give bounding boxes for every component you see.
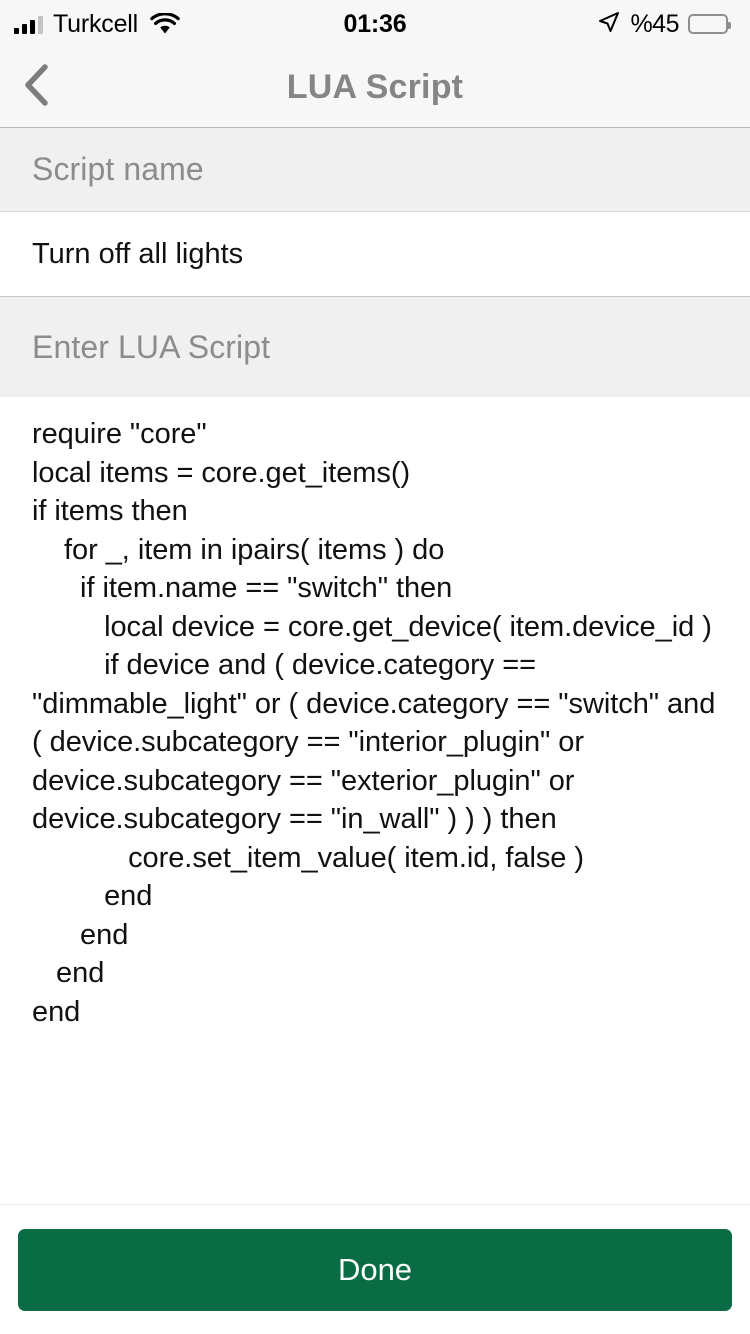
navigation-bar: LUA Script: [0, 48, 750, 128]
lua-script-editor[interactable]: require "core" local items = core.get_it…: [0, 397, 750, 1205]
script-name-value: Turn off all lights: [32, 238, 243, 271]
lua-script-section-header: Enter LUA Script: [0, 297, 750, 397]
wifi-icon: [150, 13, 180, 35]
battery-percent-label: %45: [630, 12, 679, 37]
status-bar-left: Turkcell: [14, 12, 180, 37]
footer-bar: Done: [0, 1205, 750, 1334]
script-name-section-header: Script name: [0, 128, 750, 212]
lua-script-label: Enter LUA Script: [32, 329, 270, 366]
page-title: LUA Script: [0, 68, 750, 107]
chevron-left-icon: [19, 61, 53, 114]
back-button[interactable]: [0, 48, 72, 128]
status-bar: Turkcell 01:36 %45: [0, 0, 750, 48]
battery-icon: [688, 14, 728, 34]
script-name-label: Script name: [32, 151, 204, 188]
carrier-label: Turkcell: [53, 12, 138, 37]
location-arrow-icon: [597, 10, 621, 39]
lua-script-screen: Turkcell 01:36 %45: [0, 0, 750, 1334]
script-name-field[interactable]: Turn off all lights: [0, 212, 750, 297]
lua-script-code: require "core" local items = core.get_it…: [32, 415, 718, 1031]
cellular-signal-icon: [14, 14, 43, 34]
done-button[interactable]: Done: [18, 1229, 732, 1311]
status-bar-right: %45: [597, 10, 728, 39]
